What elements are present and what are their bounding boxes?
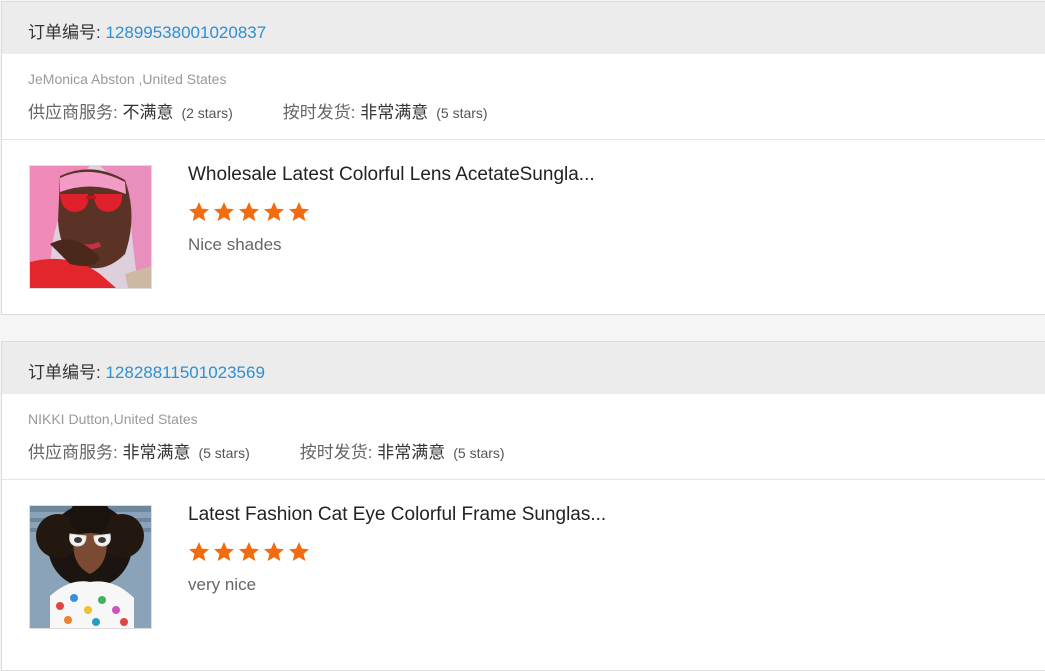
- product-photo-icon: [30, 166, 151, 288]
- review-comment: very nice: [188, 575, 257, 594]
- star-icon: [289, 202, 309, 221]
- order-number-link[interactable]: 12828811501023569: [105, 363, 264, 382]
- star-icon: [239, 202, 259, 221]
- order-header: 订单编号: 12899538001020837: [2, 2, 1045, 54]
- product-thumbnail[interactable]: [29, 165, 152, 289]
- shipping-label: 按时发货: [299, 443, 368, 462]
- supplier-service-rating: 供应商服务: 不满意 (2 stars): [28, 103, 233, 122]
- product-photo-icon: [30, 506, 151, 628]
- supplier-service-label: 供应商服务: [28, 443, 113, 462]
- star-icon: [264, 202, 284, 221]
- star-icon: [189, 542, 209, 561]
- supplier-service-value: 不满意: [122, 103, 174, 122]
- supplier-service-label: 供应商服务: [28, 103, 113, 122]
- shipping-stars: (5 stars): [436, 105, 488, 121]
- divider: [2, 139, 1045, 140]
- divider: [2, 479, 1045, 480]
- product-star-rating: [188, 541, 313, 565]
- shipping-stars: (5 stars): [453, 445, 505, 461]
- order-number-row: 订单编号: 12899538001020837: [28, 23, 267, 42]
- product-title-link[interactable]: Latest Fashion Cat Eye Colorful Frame Su…: [188, 504, 606, 526]
- order-card: 订单编号: 12828811501023569 NIKKI Dutton,Uni…: [1, 341, 1045, 671]
- supplier-ratings: 供应商服务: 不满意 (2 stars) 按时发货: 非常满意 (5 stars): [28, 98, 488, 123]
- star-icon: [239, 542, 259, 561]
- buyer-info: NIKKI Dutton,United States: [28, 411, 198, 427]
- order-number-label: 订单编号: [28, 363, 96, 382]
- shipping-rating: 按时发货: 非常满意 (5 stars): [299, 443, 505, 462]
- star-icon: [214, 542, 234, 561]
- order-header: 订单编号: 12828811501023569: [2, 342, 1045, 394]
- star-icon: [214, 202, 234, 221]
- order-number-link[interactable]: 12899538001020837: [105, 23, 266, 42]
- buyer-info: JeMonica Abston ,United States: [28, 71, 227, 87]
- product-thumbnail[interactable]: [29, 505, 152, 629]
- product-star-rating: [188, 201, 313, 225]
- star-icon: [289, 542, 309, 561]
- supplier-service-stars: (5 stars): [198, 445, 250, 461]
- order-number-row: 订单编号: 12828811501023569: [28, 363, 265, 382]
- shipping-value: 非常满意: [377, 443, 446, 462]
- supplier-service-stars: (2 stars): [181, 105, 233, 121]
- shipping-rating: 按时发货: 非常满意 (5 stars): [282, 103, 488, 122]
- supplier-service-rating: 供应商服务: 非常满意 (5 stars): [28, 443, 250, 462]
- shipping-value: 非常满意: [360, 103, 429, 122]
- supplier-ratings: 供应商服务: 非常满意 (5 stars) 按时发货: 非常满意 (5 stars): [28, 438, 505, 463]
- review-comment: Nice shades: [188, 235, 282, 254]
- order-card: 订单编号: 12899538001020837 JeMonica Abston …: [1, 1, 1045, 315]
- shipping-label: 按时发货: [282, 103, 351, 122]
- order-number-label: 订单编号: [28, 23, 96, 42]
- star-icon: [264, 542, 284, 561]
- star-icon: [189, 202, 209, 221]
- supplier-service-value: 非常满意: [122, 443, 191, 462]
- product-title-link[interactable]: Wholesale Latest Colorful Lens AcetateSu…: [188, 164, 595, 186]
